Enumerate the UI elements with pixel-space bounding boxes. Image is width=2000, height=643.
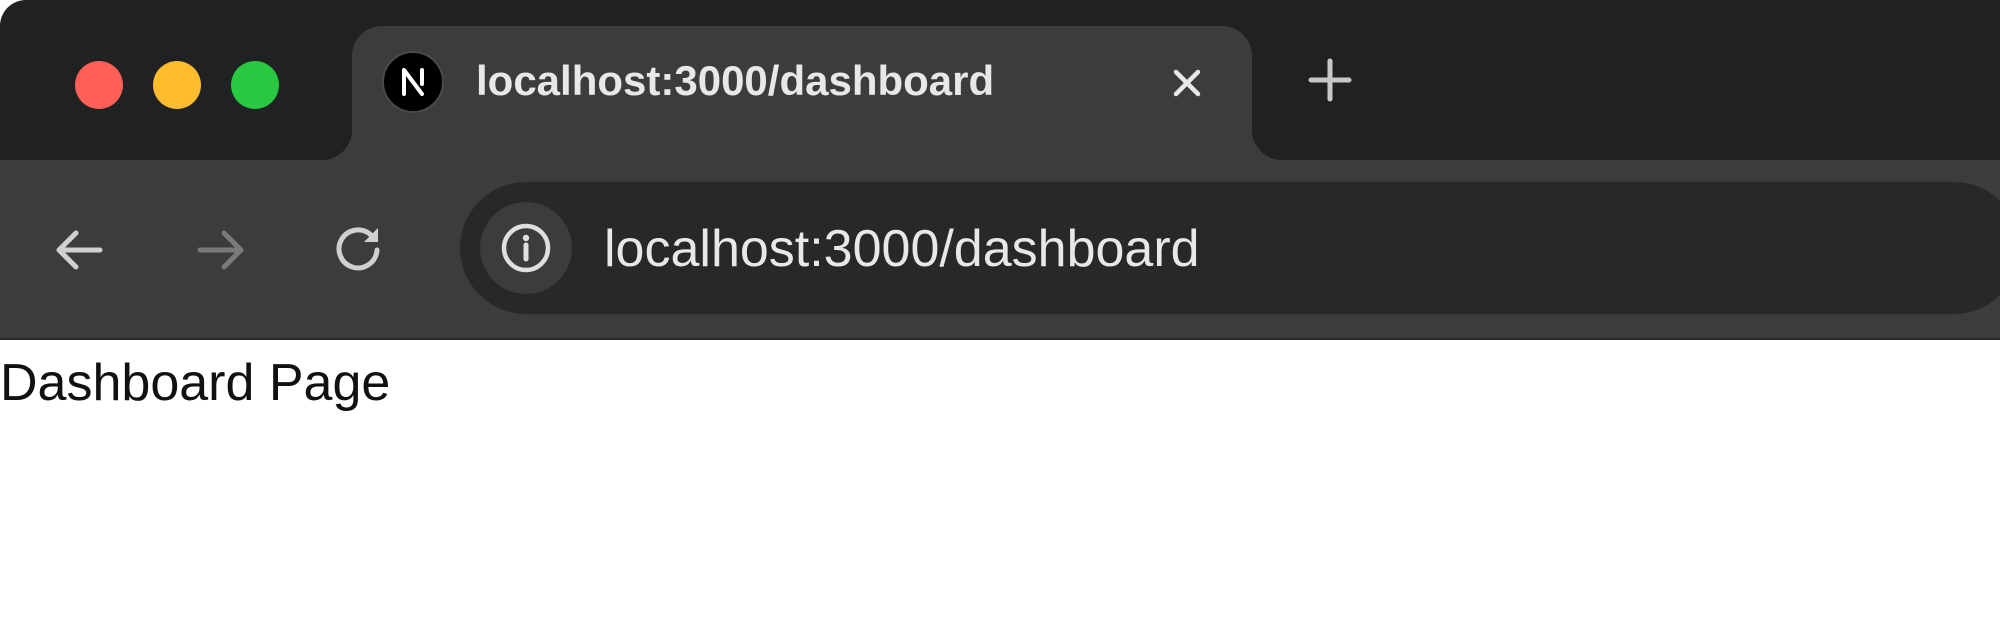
browser-window: localhost:3000/dashboard localhost:3000/… (0, 0, 2000, 643)
tab-corner-right (1252, 130, 1282, 160)
reload-icon[interactable] (330, 220, 390, 280)
browser-toolbar: localhost:3000/dashboard (0, 160, 2000, 340)
tab-strip: localhost:3000/dashboard (0, 0, 2000, 160)
plus-icon[interactable] (1305, 55, 1355, 105)
arrow-right-icon[interactable] (190, 220, 250, 280)
url-text[interactable]: localhost:3000/dashboard (604, 218, 1200, 280)
tab-title: localhost:3000/dashboard (476, 57, 995, 104)
info-icon[interactable] (480, 202, 572, 294)
window-minimize-button[interactable] (153, 61, 201, 109)
window-close-button[interactable] (75, 61, 123, 109)
nextjs-logo-icon (382, 51, 444, 113)
address-bar[interactable]: localhost:3000/dashboard (460, 182, 2000, 314)
page-content: Dashboard Page (0, 340, 2000, 643)
close-icon[interactable] (1162, 58, 1212, 108)
window-maximize-button[interactable] (231, 61, 279, 109)
tab-corner-left (322, 130, 352, 160)
tab-active[interactable]: localhost:3000/dashboard (322, 26, 1282, 160)
page-title: Dashboard Page (0, 354, 391, 412)
arrow-left-icon[interactable] (50, 220, 110, 280)
